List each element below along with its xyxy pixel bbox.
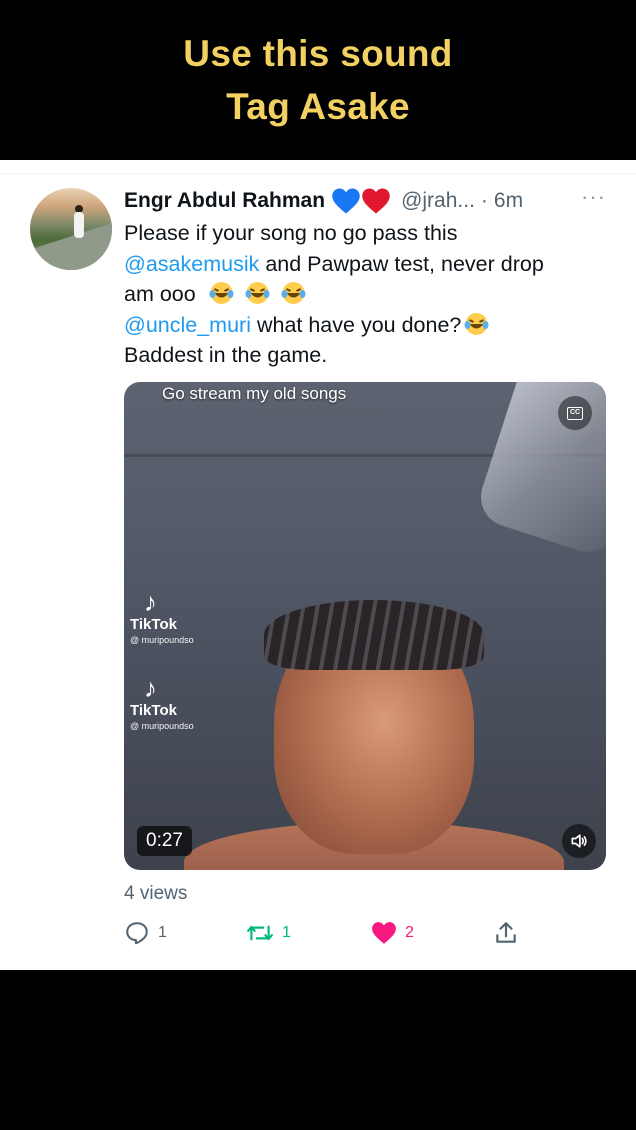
avatar[interactable] [30, 188, 112, 270]
like-button[interactable]: 2 [371, 918, 414, 948]
video-player[interactable]: Go stream my old songs CC ♪ TikTok @ mur… [124, 382, 606, 870]
tiktok-watermark: ♪ TikTok @ muripoundso [130, 674, 194, 732]
tiktok-icon: ♪ [144, 673, 157, 703]
mention-link[interactable]: @uncle_muri [124, 313, 251, 337]
tweet-text: Please if your song no go pass this @asa… [124, 218, 604, 371]
retweet-button[interactable]: 1 [246, 918, 291, 948]
like-count: 2 [405, 924, 414, 941]
more-options-icon[interactable]: ··· [581, 184, 606, 210]
video-subject-hair [264, 600, 484, 670]
tweet-line: Please if your song no go pass this [124, 221, 458, 245]
author-name[interactable]: Engr Abdul Rahman [124, 189, 325, 213]
tweet-line-text: what have you done? [250, 312, 462, 337]
tiktok-watermark: ♪ TikTok @ muripoundso [130, 588, 194, 646]
video-caption: Go stream my old songs [162, 384, 347, 403]
tweet-time[interactable]: 6m [494, 189, 523, 213]
tiktok-user: @ muripoundso [130, 721, 194, 731]
reply-button[interactable]: 1 [124, 918, 167, 948]
author-handle[interactable]: @jrah... [401, 189, 475, 213]
tweet-line: am ooo [124, 279, 604, 310]
reply-icon [126, 922, 148, 945]
tweet-card[interactable]: Engr Abdul Rahman @jrah... · 6m ··· Plea… [0, 160, 636, 970]
laughing-emoji-icon [464, 312, 489, 335]
tweet-actions: 1 1 2 [124, 918, 524, 948]
laughing-emoji-icon [281, 282, 306, 304]
tweet-header: Engr Abdul Rahman @jrah... · 6m ··· [124, 184, 606, 216]
bottom-black-area [0, 970, 636, 1130]
share-icon [496, 922, 516, 943]
top-banner: Use this sound Tag Asake [0, 0, 636, 160]
tweet-line: Baddest in the game. [124, 343, 328, 367]
tweet-line: @asakemusik and Pawpaw test, never drop [124, 249, 604, 280]
tweet-line-text: and Pawpaw test, never drop [259, 251, 544, 276]
tiktok-icon: ♪ [144, 587, 157, 617]
speaker-icon [571, 834, 587, 848]
banner-line-2: Tag Asake [226, 86, 410, 127]
blue-heart-icon [332, 188, 360, 214]
reply-count: 1 [158, 924, 167, 941]
tweet-line: @uncle_muri what have you done? [124, 310, 604, 341]
retweet-count: 1 [282, 924, 291, 941]
name-emojis [331, 187, 391, 215]
share-button[interactable] [493, 918, 519, 948]
tiktok-brand: TikTok [130, 702, 177, 719]
tweet-line-text: am ooo [124, 282, 196, 306]
mute-button[interactable] [562, 824, 596, 858]
laughing-emoji-icon [209, 282, 234, 304]
closed-caption-icon: CC [567, 406, 583, 420]
banner-line-1: Use this sound [183, 33, 453, 74]
red-heart-icon [362, 188, 390, 214]
retweet-icon [247, 925, 273, 941]
video-duration: 0:27 [137, 826, 192, 856]
view-count: 4 views [124, 883, 188, 904]
divider [0, 173, 636, 174]
separator-dot: · [480, 189, 488, 212]
mention-link[interactable]: @asakemusik [124, 252, 259, 276]
tiktok-brand: TikTok [130, 616, 177, 633]
laughing-emoji-icon [245, 282, 270, 304]
like-icon [372, 922, 396, 944]
closed-caption-button[interactable]: CC [558, 396, 592, 430]
tiktok-user: @ muripoundso [130, 635, 194, 645]
